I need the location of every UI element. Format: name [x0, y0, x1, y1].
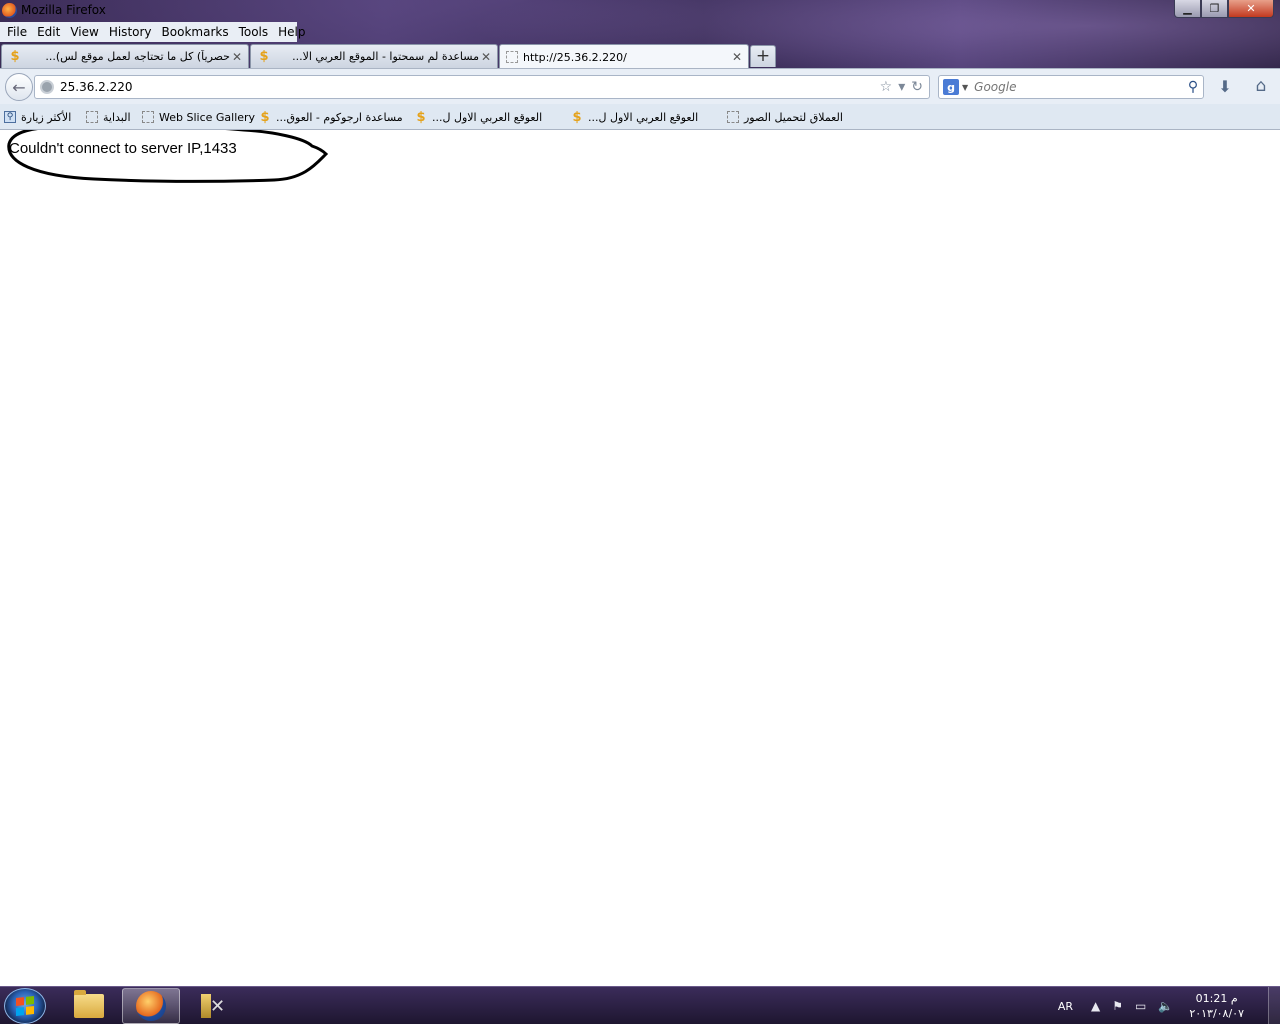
reload-icon[interactable]: ↻	[911, 79, 923, 95]
windows-logo-icon	[16, 996, 34, 1016]
menu-history[interactable]: History	[104, 25, 157, 39]
google-engine-icon[interactable]: g	[943, 79, 959, 95]
bookmark-star-icon[interactable]: ☆	[880, 79, 893, 95]
taskbar-explorer[interactable]	[60, 988, 118, 1024]
window-title: Mozilla Firefox	[21, 3, 106, 17]
tab-close-icon[interactable]: ✕	[230, 50, 244, 64]
clock[interactable]: م 01:21 ٢٠١٣/٠٨/٠٧	[1189, 991, 1244, 1021]
start-button[interactable]	[4, 988, 46, 1024]
menu-bookmarks[interactable]: Bookmarks	[157, 25, 234, 39]
bookmark-label: Web Slice Gallery	[159, 110, 256, 124]
taskbar-firefox[interactable]	[122, 988, 180, 1024]
network-icon[interactable]: ▭	[1135, 999, 1146, 1013]
bookmark-arabic-1[interactable]: $ مساعدة ارجوكوم - العوق...	[259, 109, 403, 125]
close-button[interactable]: ✕	[1228, 0, 1274, 18]
clock-date: ٢٠١٣/٠٨/٠٧	[1189, 1007, 1244, 1020]
tab-label: http://25.36.2.220/	[523, 50, 627, 64]
dollar-favicon-icon: $	[10, 49, 20, 64]
firefox-icon	[136, 991, 166, 1021]
show-hidden-icons-icon[interactable]: ▲	[1091, 999, 1100, 1013]
tab-strip: $ حصرياً) كل ما تحتاجه لعمل موقع لس)... …	[0, 44, 1280, 69]
browser-chrome: Mozilla Firefox ▁ ❐ ✕ File Edit View His…	[0, 0, 1280, 130]
page-content: Couldn't connect to server IP,1433	[0, 125, 1280, 986]
history-dropdown-icon[interactable]: ▾	[898, 79, 905, 95]
tab-3-active[interactable]: http://25.36.2.220/ ✕	[499, 44, 749, 69]
bookmark-label: العوقع العربي الاول ل...	[432, 110, 543, 124]
menu-edit[interactable]: Edit	[32, 25, 65, 39]
tab-2[interactable]: $ مساعدة لم سمحتوا - الموقع العربي الا..…	[250, 44, 498, 68]
minimize-button[interactable]: ▁	[1174, 0, 1201, 18]
blank-favicon-icon	[86, 111, 98, 123]
hand-drawn-circle-annotation	[7, 125, 329, 183]
dollar-favicon-icon: $	[416, 109, 426, 125]
bookmark-start[interactable]: البداية	[86, 109, 131, 125]
home-icon[interactable]: ⌂	[1250, 76, 1272, 96]
blank-favicon-icon	[727, 111, 739, 123]
clock-time: م 01:21	[1195, 992, 1238, 1005]
bookmark-label: الأكثر زيارة	[21, 110, 72, 124]
tab-close-icon[interactable]: ✕	[730, 50, 744, 64]
search-bar[interactable]: g ▼ ⚲	[938, 75, 1204, 99]
menu-view[interactable]: View	[65, 25, 103, 39]
site-identity-icon[interactable]	[40, 80, 54, 94]
url-bar-icons: ☆ ▾ ↻	[880, 79, 929, 95]
smart-bookmark-icon: ⚲	[4, 111, 16, 123]
taskbar: AR ▲ ⚑ ▭ 🔈 م 01:21 ٢٠١٣/٠٨/٠٧	[0, 986, 1280, 1024]
back-arrow-icon: ←	[12, 77, 26, 97]
blank-favicon-icon	[142, 111, 154, 123]
bookmark-label: مساعدة ارجوكوم - العوق...	[276, 110, 403, 124]
maximize-button[interactable]: ❐	[1201, 0, 1228, 18]
bookmark-label: العوقع العربي الاول ل...	[588, 110, 699, 124]
tab-label: مساعدة لم سمحتوا - الموقع العربي الا...	[292, 50, 479, 63]
menu-help[interactable]: Help	[273, 25, 310, 39]
new-tab-button[interactable]: +	[750, 45, 776, 67]
engine-dropdown-icon[interactable]: ▼	[962, 83, 968, 92]
bookmark-most-visited[interactable]: ⚲ الأكثر زيارة	[4, 109, 71, 125]
title-bar: Mozilla Firefox ▁ ❐ ✕	[0, 0, 1280, 22]
window-controls: ▁ ❐ ✕	[1174, 0, 1274, 18]
taskbar-tools-app[interactable]	[184, 988, 242, 1024]
tools-icon	[198, 992, 228, 1020]
dollar-favicon-icon: $	[259, 49, 269, 64]
tab-1[interactable]: $ حصرياً) كل ما تحتاجه لعمل موقع لس)... …	[1, 44, 249, 68]
bookmark-label: العملاق لتحميل الصور	[744, 110, 843, 124]
menu-file[interactable]: File	[2, 25, 32, 39]
bookmark-image-upload[interactable]: العملاق لتحميل الصور	[727, 109, 843, 125]
show-desktop-button[interactable]	[1268, 987, 1280, 1024]
menu-tools[interactable]: Tools	[234, 25, 274, 39]
bookmark-web-slice-gallery[interactable]: Web Slice Gallery	[142, 109, 255, 125]
folder-icon	[74, 990, 104, 1018]
dollar-favicon-icon: $	[572, 109, 582, 125]
action-center-flag-icon[interactable]: ⚑	[1112, 999, 1123, 1013]
bookmark-arabic-3[interactable]: $ العوقع العربي الاول ل...	[571, 109, 698, 125]
search-icon[interactable]: ⚲	[1183, 79, 1203, 95]
tab-close-icon[interactable]: ✕	[479, 50, 493, 64]
dollar-favicon-icon: $	[260, 109, 270, 125]
bookmark-arabic-2[interactable]: $ العوقع العربي الاول ل...	[415, 109, 542, 125]
url-bar[interactable]: 25.36.2.220 ☆ ▾ ↻	[34, 75, 930, 99]
firefox-icon	[2, 3, 17, 18]
url-text[interactable]: 25.36.2.220	[60, 80, 880, 94]
volume-icon[interactable]: 🔈	[1158, 999, 1173, 1013]
bookmarks-toolbar: ⚲ الأكثر زيارة البداية Web Slice Gallery…	[0, 104, 1280, 130]
downloads-icon[interactable]: ⬇	[1214, 77, 1236, 97]
back-button[interactable]: ←	[5, 73, 33, 101]
bookmark-label: البداية	[103, 110, 131, 124]
tab-label: حصرياً) كل ما تحتاجه لعمل موقع لس)...	[45, 50, 230, 63]
error-message: Couldn't connect to server IP,1433	[9, 140, 237, 157]
navigation-bar: ← 25.36.2.220 ☆ ▾ ↻ g ▼ ⚲ ⬇ ⌂	[0, 68, 1280, 104]
system-tray: AR ▲ ⚑ ▭ 🔈 م 01:21 ٢٠١٣/٠٨/٠٧	[1058, 987, 1280, 1024]
menu-bar: File Edit View History Bookmarks Tools H…	[0, 22, 306, 42]
search-input[interactable]	[974, 80, 1183, 94]
blank-favicon-icon	[506, 51, 518, 63]
language-indicator[interactable]: AR	[1058, 1000, 1073, 1013]
